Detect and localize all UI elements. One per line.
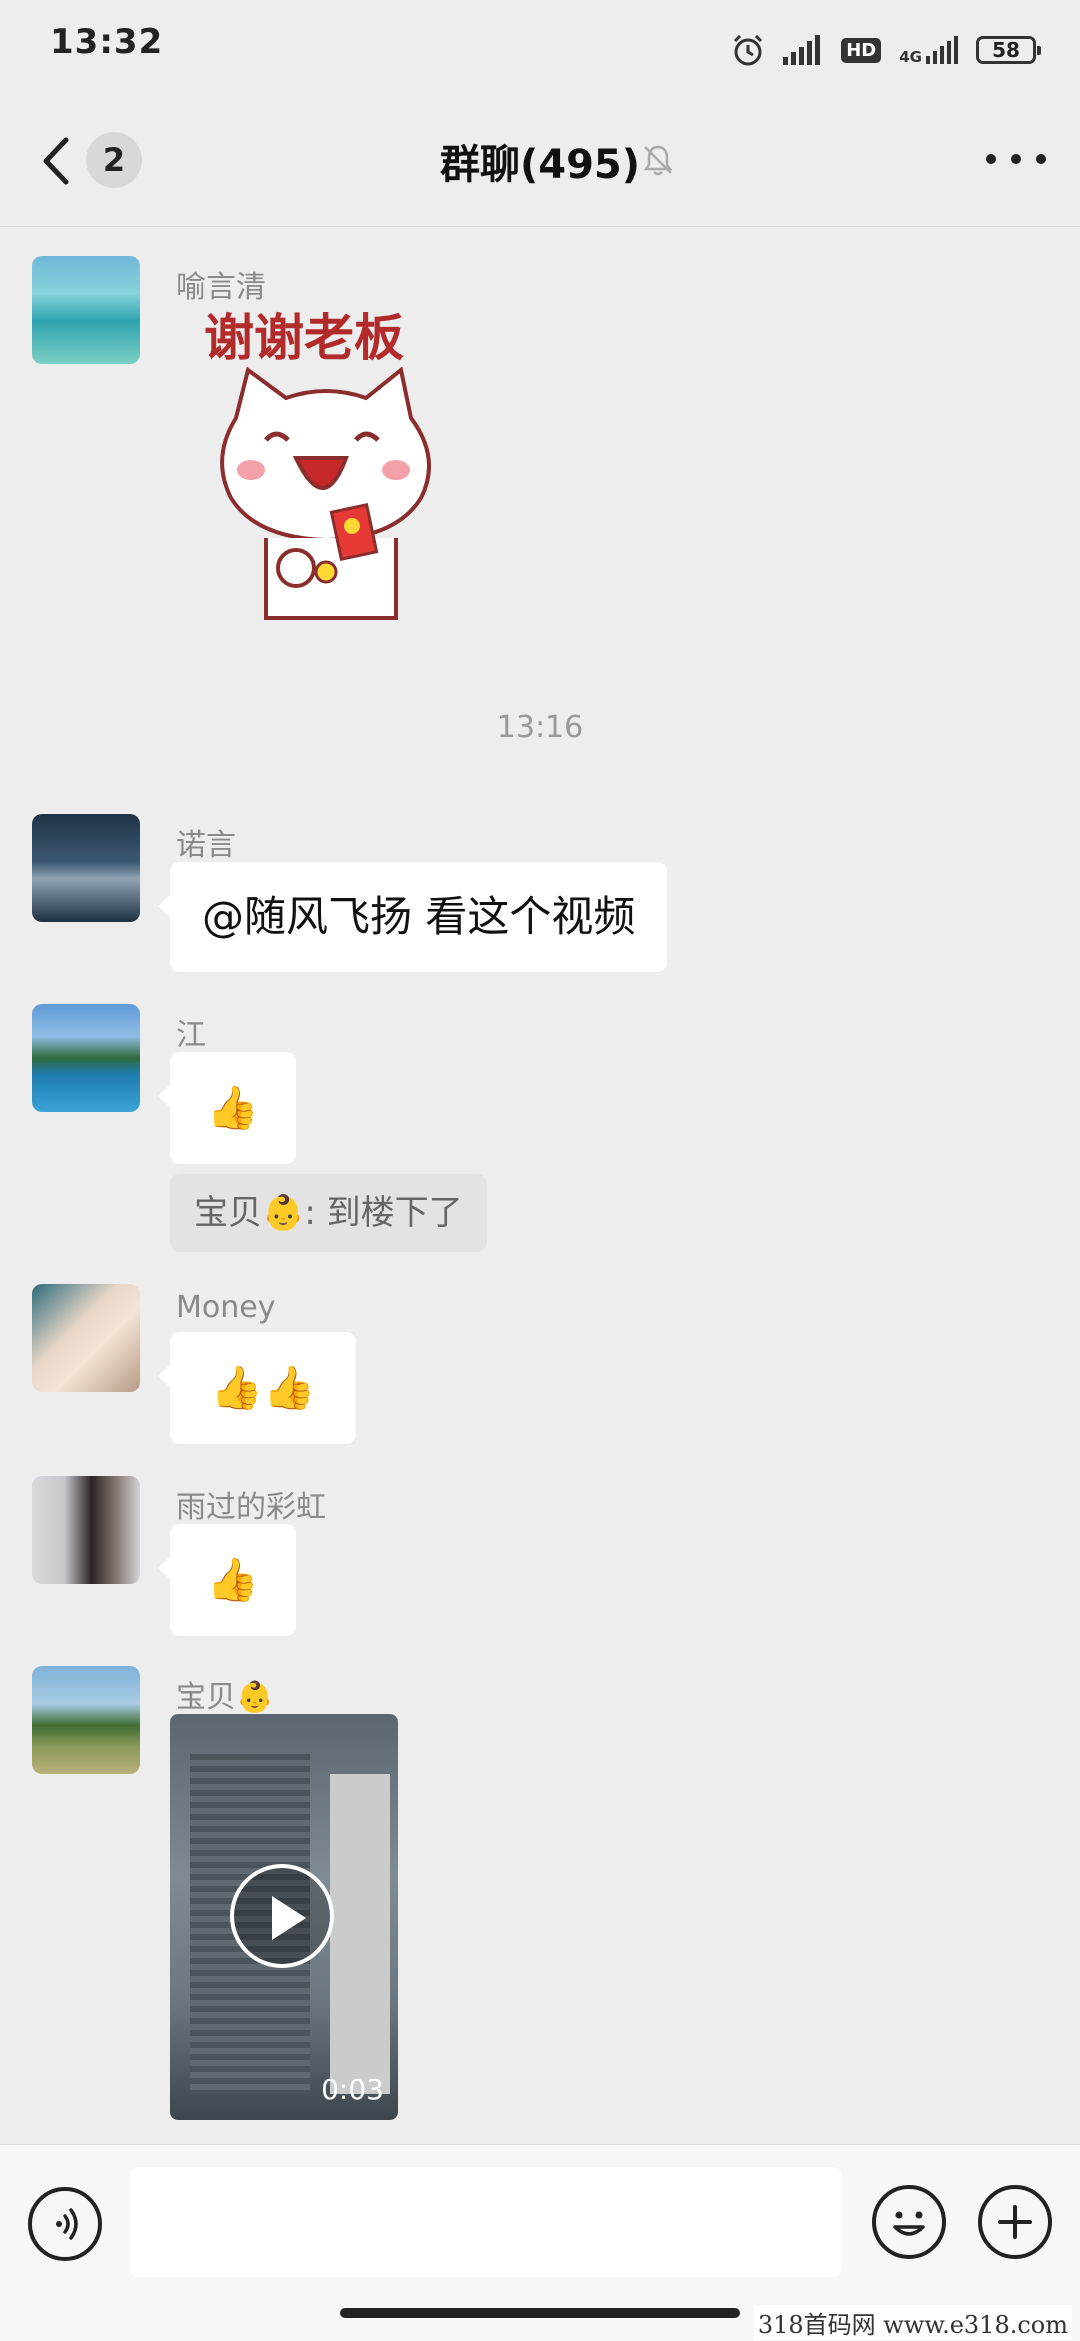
smiley-icon	[893, 2211, 925, 2236]
message-input[interactable]	[130, 2167, 842, 2277]
message-timestamp: 13:16	[496, 710, 584, 745]
mobile-network: 4G	[899, 36, 958, 66]
avatar[interactable]	[32, 814, 140, 922]
cat-sticker-icon	[220, 366, 431, 620]
avatar[interactable]	[32, 256, 140, 364]
avatar[interactable]	[32, 1476, 140, 1584]
play-icon[interactable]	[230, 1864, 334, 1968]
signal-icon-2	[926, 36, 958, 64]
alarm-icon	[734, 34, 763, 66]
status-bar: 13:32 HD 4G 58	[0, 0, 1080, 96]
message-text: @随风飞扬 看这个视频	[202, 892, 636, 941]
message-bubble[interactable]: 👍👍	[158, 1332, 356, 1444]
thumbs-up-emoji: 👍	[206, 1555, 260, 1604]
chat-header: 2 群聊(495)	[0, 96, 1080, 227]
sender-name: Money	[176, 1290, 276, 1325]
sender-name: 宝贝👶	[176, 1680, 274, 1715]
hd-badge: HD	[841, 37, 882, 63]
status-icons: HD 4G 58	[731, 30, 1041, 70]
avatar[interactable]	[32, 1004, 140, 1112]
quoted-text: 宝贝👶: 到楼下了	[194, 1193, 463, 1233]
avatar[interactable]	[32, 1284, 140, 1392]
voice-icon	[56, 2208, 78, 2240]
message-bubble[interactable]: @随风飞扬 看这个视频	[157, 862, 668, 972]
thank-you-sticker[interactable]: 谢谢老板	[196, 298, 486, 638]
sender-name: 雨过的彩虹	[176, 1490, 326, 1525]
watermark: 318首码网 www.e318.com	[753, 2305, 1072, 2340]
plus-icon	[998, 2205, 1032, 2239]
avatar[interactable]	[32, 1666, 140, 1774]
video-message[interactable]: 0:03	[170, 1714, 398, 2120]
thumbs-up-emoji: 👍👍	[210, 1363, 316, 1412]
sender-name: 江	[176, 1018, 206, 1053]
video-duration: 0:03	[321, 2073, 384, 2106]
battery-indicator: 58	[976, 36, 1041, 64]
emoji-button[interactable]	[872, 2185, 946, 2259]
thumbs-up-emoji: 👍	[206, 1083, 260, 1132]
signal-icon	[783, 35, 821, 65]
network-type: 4G	[899, 48, 922, 66]
message-bubble[interactable]: 👍	[158, 1524, 296, 1636]
home-indicator[interactable]	[340, 2308, 740, 2318]
status-time: 13:32	[50, 22, 164, 62]
more-options-button[interactable]	[986, 144, 1046, 174]
sender-name: 诺言	[176, 828, 236, 863]
mute-bell-icon	[643, 145, 673, 176]
chat-title: 群聊(495)	[439, 142, 641, 188]
video-frame-wall	[330, 1774, 390, 2094]
more-functions-button[interactable]	[978, 2185, 1052, 2259]
voice-input-button[interactable]	[28, 2187, 102, 2261]
quoted-reply[interactable]: 宝贝👶: 到楼下了	[170, 1174, 487, 1252]
message-bubble[interactable]: 👍	[158, 1052, 296, 1164]
